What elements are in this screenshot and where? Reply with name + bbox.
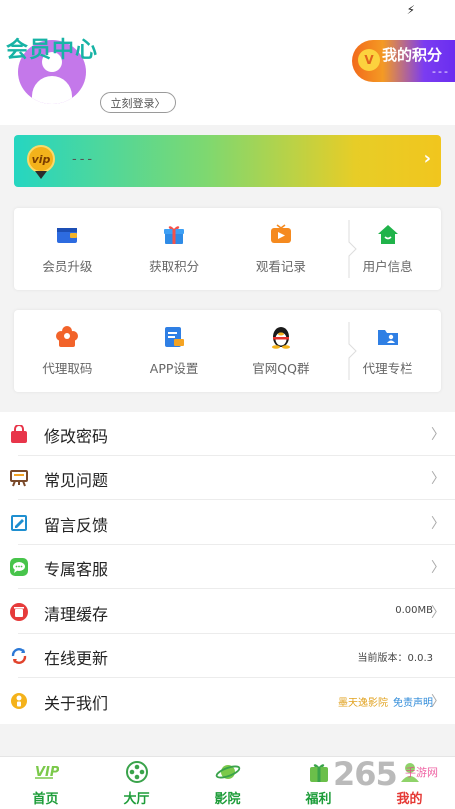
vip-status-value: --- [72, 152, 96, 167]
feature-grid-row2: 代理取码 APP设置 官网QQ群 代理专栏 [14, 310, 441, 392]
easel-icon [10, 470, 28, 487]
menu-label: 常见问题 [44, 471, 109, 490]
tab-cinema[interactable]: 影院 [182, 757, 273, 809]
grid-item-get-points[interactable]: 获取积分 [121, 208, 228, 290]
gift-box-icon [309, 764, 328, 782]
menu-item-clear-cache[interactable]: 清理缓存 0.00MB 〉 [0, 590, 455, 634]
trash-icon [10, 603, 28, 621]
points-value: --- [432, 65, 450, 78]
grid-divider-chevron [348, 322, 357, 380]
grid-item-watch-history[interactable]: 观看记录 [228, 208, 335, 290]
brand-name: 墨天逸影院 [338, 698, 388, 709]
login-button[interactable]: 立刻登录〉 [100, 92, 176, 113]
grid-divider-chevron [348, 220, 357, 278]
charging-icon: ⚡ [406, 3, 415, 17]
vip-medal-icon: vip [27, 145, 55, 179]
grid-label: 用户信息 [362, 259, 413, 274]
wallet-icon [57, 228, 78, 243]
grid-label: 获取积分 [149, 259, 200, 274]
menu-item-feedback[interactable]: 留言反馈 〉 [0, 501, 455, 545]
points-badge-icon: V [358, 49, 380, 71]
divider [18, 588, 455, 589]
tab-hall[interactable]: 大厅 [91, 757, 182, 809]
chevron-right-icon: 〉 [431, 427, 445, 443]
film-reel-icon [125, 761, 148, 783]
refresh-icon [11, 648, 27, 664]
divider [18, 499, 455, 500]
qq-penguin-icon [271, 327, 290, 349]
grid-item-qq-group[interactable]: 官网QQ群 [228, 310, 335, 392]
menu-item-change-password[interactable]: 修改密码 〉 [0, 412, 455, 456]
settings-menu: 修改密码 〉 常见问题 〉 留言反馈 〉 专属客服 〉 清理缓存 0.00MB … [0, 412, 455, 724]
edit-icon [11, 515, 27, 531]
grid-item-agent-code[interactable]: 代理取码 [14, 310, 121, 392]
chevron-right-icon: 〉 [154, 96, 166, 110]
status-bar: ⚡ [0, 0, 455, 24]
grid-label: 官网QQ群 [252, 361, 310, 376]
menu-label: 专属客服 [44, 560, 109, 579]
tab-label: 大厅 [123, 792, 150, 807]
grid-label: 代理取码 [42, 361, 93, 376]
chevron-right-icon: 〉 [431, 605, 445, 621]
menu-label: 清理缓存 [44, 605, 109, 624]
planet-icon [215, 765, 240, 779]
chevron-right-icon: 〉 [431, 516, 445, 532]
menu-item-customer-service[interactable]: 专属客服 〉 [0, 545, 455, 589]
watermark-text: 手游网 [405, 766, 438, 779]
vip-home-icon: VIP [34, 765, 59, 780]
flower-icon [56, 326, 79, 347]
gift-icon [164, 226, 185, 244]
site-watermark: 265 手游网 [333, 755, 453, 797]
grid-label: 代理专栏 [362, 361, 413, 376]
page-title: 会员中心 [6, 38, 99, 63]
menu-item-faq[interactable]: 常见问题 〉 [0, 456, 455, 500]
watermark-number: 265 [333, 755, 398, 793]
document-icon [165, 327, 185, 347]
vip-card[interactable]: vip --- › [14, 135, 441, 187]
tab-label: 首页 [32, 792, 59, 807]
grid-label: 会员升级 [42, 259, 93, 274]
disclaimer-link[interactable]: 免责声明 [393, 698, 433, 709]
lock-bag-icon [11, 425, 27, 443]
tab-home[interactable]: VIP 首页 [0, 757, 91, 809]
menu-label: 在线更新 [44, 649, 109, 668]
menu-label: 关于我们 [44, 694, 109, 713]
cache-size-value: 0.00MB [395, 605, 433, 616]
version-value: 当前版本：0.0.3 [357, 653, 433, 664]
login-label: 立刻登录 [110, 96, 155, 110]
menu-item-online-update[interactable]: 在线更新 当前版本：0.0.3 [0, 634, 455, 678]
profile-header: ⚡ 会员中心 立刻登录〉 V 我的积分 --- [0, 0, 455, 125]
menu-item-about-us[interactable]: 关于我们 墨天逸影院 免责声明 〉 [0, 679, 455, 723]
tv-icon [270, 224, 291, 243]
avatar-body-shape [32, 76, 72, 104]
points-label: 我的积分 [382, 46, 443, 64]
tab-label: 福利 [305, 792, 332, 807]
menu-label: 修改密码 [44, 427, 109, 446]
grid-item-app-settings[interactable]: APP设置 [121, 310, 228, 392]
feature-grid-row1: 会员升级 获取积分 观看记录 用户信息 [14, 208, 441, 290]
folder-user-icon [377, 330, 398, 345]
about-value: 墨天逸影院 免责声明 [338, 694, 433, 709]
info-icon [11, 693, 27, 709]
home-icon [377, 225, 398, 244]
chevron-right-icon: 〉 [431, 560, 445, 576]
grid-label: 观看记录 [255, 259, 306, 274]
chat-icon [10, 558, 28, 576]
menu-label: 留言反馈 [44, 516, 109, 535]
chevron-right-icon: 〉 [431, 694, 445, 710]
divider [18, 677, 455, 678]
chevron-right-icon: 〉 [431, 471, 445, 487]
my-points-button[interactable]: V 我的积分 --- [352, 40, 455, 82]
grid-label: APP设置 [149, 361, 199, 376]
tab-label: 影院 [214, 792, 241, 807]
chevron-right-icon: › [423, 148, 431, 169]
grid-item-member-upgrade[interactable]: 会员升级 [14, 208, 121, 290]
